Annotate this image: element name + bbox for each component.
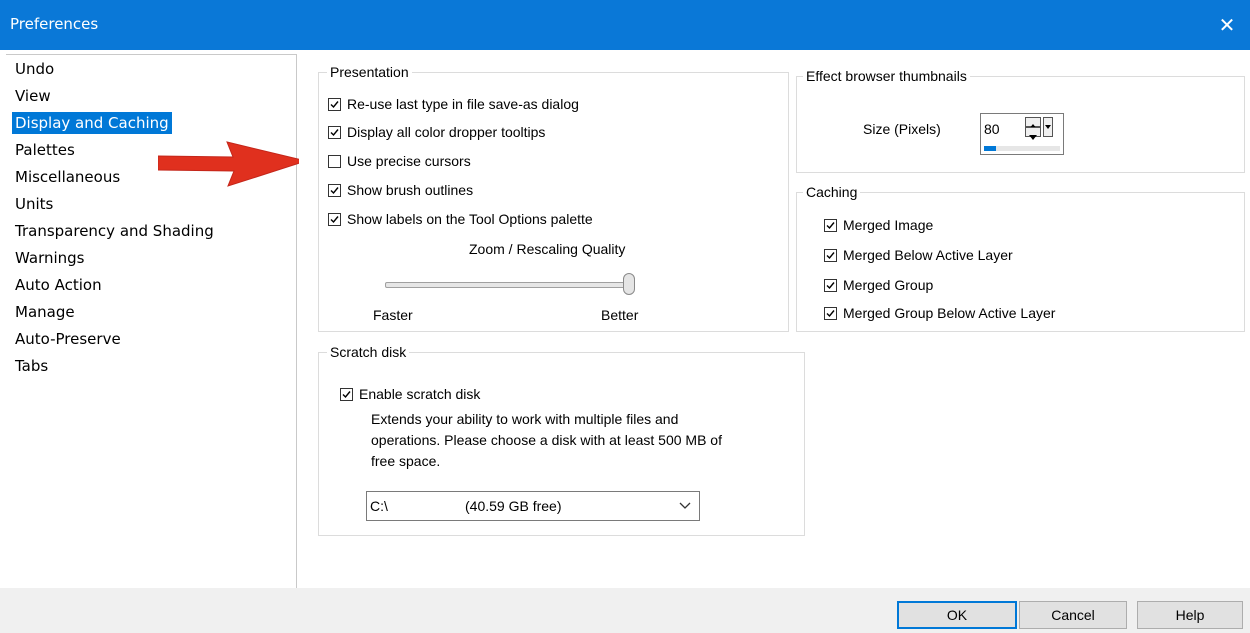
close-icon: ✕ [1218, 13, 1236, 37]
size-pixels-label: Size (Pixels) [863, 121, 941, 137]
thumbnails-legend: Effect browser thumbnails [803, 68, 970, 84]
help-button[interactable]: Help [1137, 601, 1243, 629]
checkbox-box [824, 248, 837, 262]
merged-below-active-layer-checkbox[interactable]: Merged Below Active Layer [824, 247, 1013, 263]
checkbox-box [328, 97, 341, 111]
category-item-auto-action[interactable]: Auto Action [12, 274, 105, 296]
merged-image-checkbox[interactable]: Merged Image [824, 217, 933, 233]
category-item-transparency-and-shading[interactable]: Transparency and Shading [12, 220, 217, 242]
color-dropper-tooltips-checkbox[interactable]: Display all color dropper tooltips [328, 124, 545, 140]
category-item-units[interactable]: Units [12, 193, 56, 215]
annotation-arrow-icon [158, 141, 308, 187]
ok-button[interactable]: OK [897, 601, 1017, 629]
slider-track [385, 282, 627, 288]
merged-group-checkbox[interactable]: Merged Group [824, 277, 933, 293]
dropdown-arrow-button[interactable] [1043, 117, 1053, 137]
zoom-quality-label: Zoom / Rescaling Quality [469, 241, 626, 257]
checkbox-box [328, 212, 341, 226]
tool-options-labels-label: Show labels on the Tool Options palette [347, 211, 593, 227]
tool-options-labels-checkbox[interactable]: Show labels on the Tool Options palette [328, 211, 593, 227]
presentation-group: Presentation Re-use last type in file sa… [318, 64, 789, 332]
reuse-last-type-checkbox[interactable]: Re-use last type in file save-as dialog [328, 96, 579, 112]
caching-legend: Caching [803, 184, 861, 200]
category-item-manage[interactable]: Manage [12, 301, 78, 323]
enable-scratch-disk-label: Enable scratch disk [359, 386, 481, 402]
close-button[interactable]: ✕ [1204, 0, 1250, 50]
settings-panel: Presentation Re-use last type in file sa… [299, 54, 1250, 588]
category-item-miscellaneous[interactable]: Miscellaneous [12, 166, 123, 188]
zoom-quality-slider[interactable] [385, 273, 635, 299]
slider-max-label: Better [601, 307, 639, 323]
category-list: Undo View Display and Caching Palettes M… [6, 54, 297, 590]
button-bar: OK Cancel Help [0, 588, 1250, 633]
chevron-down-icon [679, 502, 691, 509]
checkbox-box [328, 125, 341, 139]
category-item-palettes[interactable]: Palettes [12, 139, 78, 161]
size-spinbox[interactable]: 80 [980, 113, 1064, 155]
precise-cursors-label: Use precise cursors [347, 153, 471, 169]
drive-free-space: (40.59 GB free) [465, 498, 562, 514]
category-item-tabs[interactable]: Tabs [12, 355, 51, 377]
title-bar: Preferences ✕ [0, 0, 1250, 50]
scratch-disk-group: Scratch disk Enable scratch disk Extends… [318, 344, 805, 536]
presentation-legend: Presentation [327, 64, 412, 80]
size-level-fill [984, 146, 996, 151]
category-item-warnings[interactable]: Warnings [12, 247, 88, 269]
caching-group: Caching Merged Image Merged Below Active… [796, 184, 1245, 332]
checkbox-box [824, 306, 837, 320]
merged-group-label: Merged Group [843, 277, 934, 293]
merged-group-below-active-layer-checkbox[interactable]: Merged Group Below Active Layer [824, 305, 1055, 321]
category-item-auto-preserve[interactable]: Auto-Preserve [12, 328, 124, 350]
merged-image-label: Merged Image [843, 217, 934, 233]
checkbox-box [328, 154, 341, 168]
category-item-view[interactable]: View [12, 85, 54, 107]
scratch-description-line-2: operations. Please choose a disk with at… [371, 432, 722, 448]
checkbox-box [824, 218, 837, 232]
slider-thumb[interactable] [623, 273, 635, 295]
cancel-button[interactable]: Cancel [1019, 601, 1127, 629]
enable-scratch-disk-checkbox[interactable]: Enable scratch disk [340, 386, 480, 402]
spin-up-button[interactable] [1025, 117, 1041, 129]
scratch-description-line-1: Extends your ability to work with multip… [371, 411, 679, 427]
thumbnails-group: Effect browser thumbnails Size (Pixels) … [796, 68, 1245, 173]
scratch-disk-legend: Scratch disk [327, 344, 410, 360]
checkbox-box [340, 387, 353, 401]
window-title: Preferences [10, 15, 99, 33]
category-item-display-and-caching[interactable]: Display and Caching [12, 112, 172, 134]
precise-cursors-checkbox[interactable]: Use precise cursors [328, 153, 471, 169]
spin-down-icon [1029, 135, 1037, 140]
checkbox-box [824, 278, 837, 292]
color-dropper-tooltips-label: Display all color dropper tooltips [347, 124, 546, 140]
scratch-description-line-3: free space. [371, 453, 441, 469]
drive-select[interactable]: C:\ (40.59 GB free) [366, 491, 700, 521]
merged-group-below-active-layer-label: Merged Group Below Active Layer [843, 305, 1056, 321]
merged-below-active-layer-label: Merged Below Active Layer [843, 247, 1013, 263]
checkbox-box [328, 183, 341, 197]
spin-down-button[interactable] [1025, 127, 1041, 140]
category-item-undo[interactable]: Undo [12, 58, 57, 80]
reuse-last-type-label: Re-use last type in file save-as dialog [347, 96, 579, 112]
drive-letter: C:\ [370, 498, 388, 514]
size-value: 80 [984, 121, 1000, 137]
dropdown-arrow-icon [1045, 125, 1051, 129]
brush-outlines-checkbox[interactable]: Show brush outlines [328, 182, 473, 198]
brush-outlines-label: Show brush outlines [347, 182, 474, 198]
slider-min-label: Faster [373, 307, 413, 323]
size-level-bar [984, 146, 1060, 151]
